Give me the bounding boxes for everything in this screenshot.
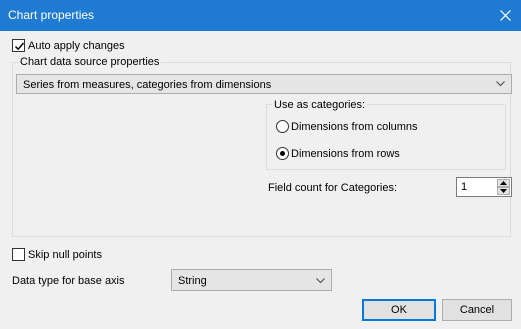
categories-group [266, 104, 506, 170]
arrow-down-icon [500, 189, 507, 193]
data-source-combo[interactable]: Series from measures, categories from di… [16, 74, 512, 94]
spinner-buttons [497, 179, 510, 195]
skip-null-label[interactable]: Skip null points [28, 249, 102, 261]
close-button[interactable] [490, 0, 521, 31]
title-bar: Chart properties [0, 0, 521, 31]
radio-dimensions-columns-label[interactable]: Dimensions from columns [291, 121, 418, 133]
categories-legend: Use as categories: [272, 99, 368, 111]
field-count-value[interactable]: 1 [461, 181, 467, 193]
radio-dimensions-rows-label[interactable]: Dimensions from rows [291, 148, 400, 160]
base-axis-label: Data type for base axis [12, 275, 125, 287]
auto-apply-label[interactable]: Auto apply changes [28, 40, 125, 52]
radio-dimensions-rows[interactable] [276, 147, 289, 160]
field-count-label: Field count for Categories: [268, 182, 398, 194]
auto-apply-checkbox[interactable] [12, 39, 25, 52]
radio-selected-dot [280, 151, 285, 156]
close-icon [500, 10, 511, 21]
spinner-down-button[interactable] [497, 187, 510, 195]
skip-null-checkbox[interactable] [12, 248, 25, 261]
field-count-spinner[interactable]: 1 [456, 177, 512, 197]
chevron-down-icon [496, 81, 505, 87]
window-title: Chart properties [8, 8, 95, 22]
data-source-legend: Chart data source properties [18, 56, 162, 68]
arrow-up-icon [500, 181, 507, 185]
ok-button[interactable]: OK [362, 299, 436, 321]
radio-dimensions-columns[interactable] [276, 120, 289, 133]
base-axis-value: String [178, 275, 207, 287]
cancel-button[interactable]: Cancel [442, 299, 512, 321]
spinner-up-button[interactable] [497, 179, 510, 187]
base-axis-combo[interactable]: String [171, 269, 332, 291]
chevron-down-icon [316, 278, 325, 284]
checkmark-icon [14, 42, 25, 51]
data-source-value: Series from measures, categories from di… [23, 79, 272, 91]
